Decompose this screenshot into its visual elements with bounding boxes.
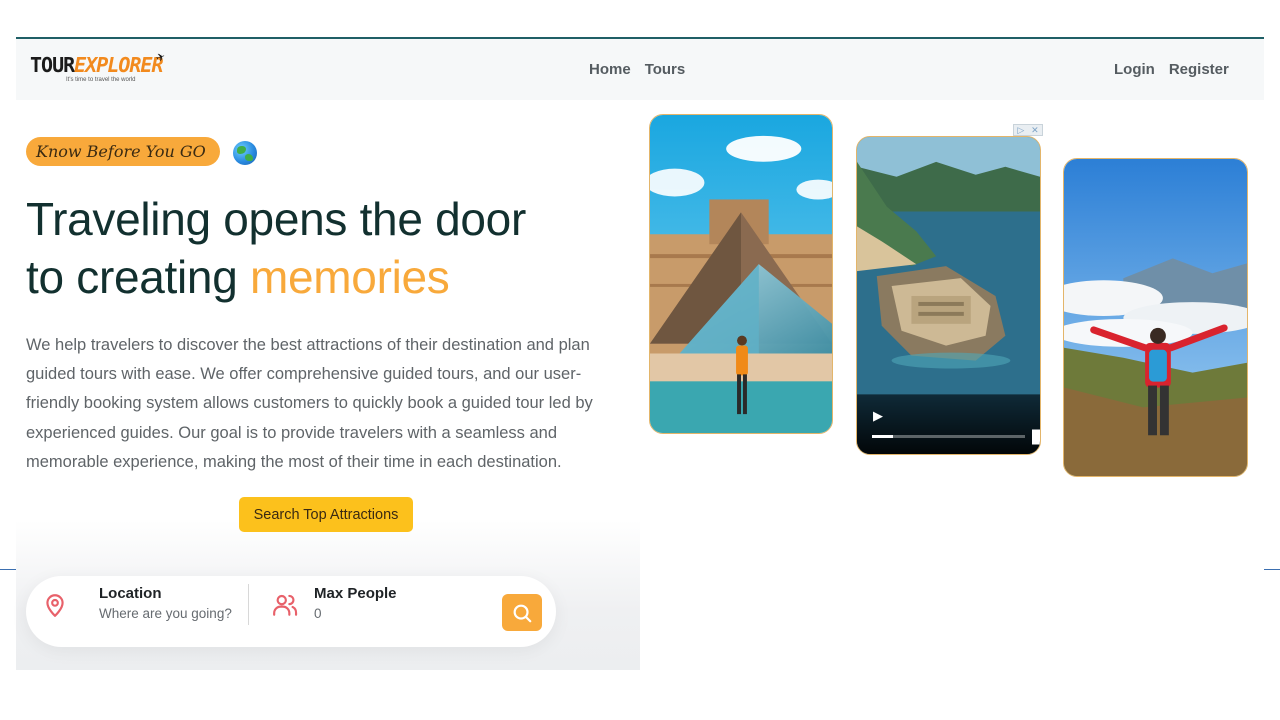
hero-description: We help travelers to discover the best a… [26, 336, 593, 471]
register-link[interactable]: Register [1169, 61, 1229, 78]
video-progress-bar[interactable] [872, 435, 1025, 438]
auth-nav: Login Register [1114, 61, 1229, 78]
logo-wordmark: TOUREXPLORER [30, 53, 164, 77]
more-options-icon[interactable] [1014, 405, 1041, 455]
people-field[interactable]: Max People 0 [272, 576, 472, 647]
headline-line2: to creating [26, 251, 250, 303]
field-divider [248, 584, 249, 625]
search-bar: Location Where are you going? Max People… [26, 576, 556, 647]
people-label: Max People [314, 585, 397, 602]
left-marker [0, 569, 16, 570]
map-pin-icon [46, 594, 64, 617]
users-icon [273, 594, 298, 616]
location-input[interactable]: Where are you going? [99, 606, 232, 621]
logo-explorer: EXPLORER [74, 53, 163, 77]
headline-line1: Traveling opens the door [26, 193, 526, 245]
ad-choices-icon[interactable]: ▷ ✕ [1013, 124, 1043, 136]
tagline-badge-text: Know Before You GO [36, 142, 206, 161]
search-attractions-button[interactable]: Search Top Attractions [239, 497, 413, 532]
nav-home-link[interactable]: Home [589, 61, 631, 78]
louvre-photo [649, 114, 833, 434]
location-label: Location [99, 585, 162, 602]
island-video[interactable]: ▶ [856, 136, 1041, 455]
tagline-badge: Know Before You GO [26, 137, 220, 166]
people-input[interactable]: 0 [314, 606, 322, 621]
login-link[interactable]: Login [1114, 61, 1155, 78]
nav-tours-link[interactable]: Tours [645, 61, 686, 78]
video-controls: ▶ [857, 394, 1040, 454]
search-icon [513, 604, 532, 622]
hiker-photo [1063, 158, 1248, 477]
logo-tagline: It's time to travel the world [66, 77, 136, 83]
hero-headline: Traveling opens the door to creating mem… [26, 190, 626, 306]
location-field[interactable]: Location Where are you going? [42, 576, 242, 647]
main-nav: Home Tours [589, 61, 685, 78]
site-logo[interactable]: TOUREXPLORER ✈ It's time to travel the w… [30, 51, 170, 87]
navbar: TOUREXPLORER ✈ It's time to travel the w… [16, 39, 1264, 100]
right-marker [1264, 569, 1280, 570]
headline-accent: memories [249, 251, 450, 303]
logo-tour: TOUR [30, 53, 75, 77]
globe-icon [233, 141, 257, 165]
video-progress-fill [872, 435, 894, 438]
search-button[interactable] [502, 594, 542, 631]
play-icon[interactable]: ▶ [873, 408, 889, 424]
